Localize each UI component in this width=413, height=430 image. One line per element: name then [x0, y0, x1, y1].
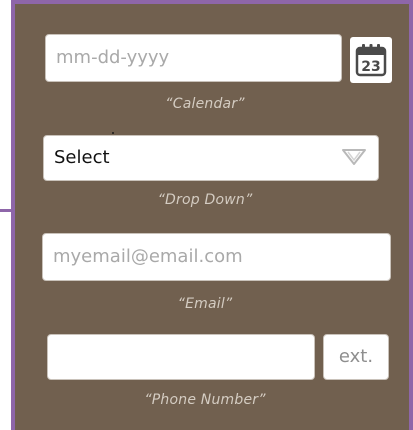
calendar-day: 23 — [361, 59, 380, 75]
form-panel: mm-dd-yyyy 23 “Calendar” Select “Drop Do… — [11, 0, 413, 430]
calendar-icon: 23 — [355, 44, 387, 77]
phone-input[interactable] — [47, 334, 315, 380]
dropdown-select[interactable]: Select — [43, 135, 379, 181]
date-placeholder: mm-dd-yyyy — [56, 47, 170, 68]
dropdown-value: Select — [54, 147, 110, 168]
email-input[interactable]: myemail@email.com — [42, 233, 391, 281]
email-placeholder: myemail@email.com — [53, 246, 243, 267]
extension-placeholder: ext. — [338, 346, 374, 367]
dropdown-caption: “Drop Down” — [157, 192, 253, 208]
calendar-button[interactable]: 23 — [350, 37, 392, 83]
phone-caption: “Phone Number” — [144, 392, 266, 408]
calendar-caption: “Calendar” — [165, 96, 245, 112]
chevron-down-icon — [342, 149, 366, 165]
phone-extension-input[interactable]: ext. — [323, 334, 389, 380]
stray-dot — [112, 132, 114, 134]
date-input[interactable]: mm-dd-yyyy — [45, 34, 342, 82]
email-caption: “Email” — [177, 296, 233, 312]
